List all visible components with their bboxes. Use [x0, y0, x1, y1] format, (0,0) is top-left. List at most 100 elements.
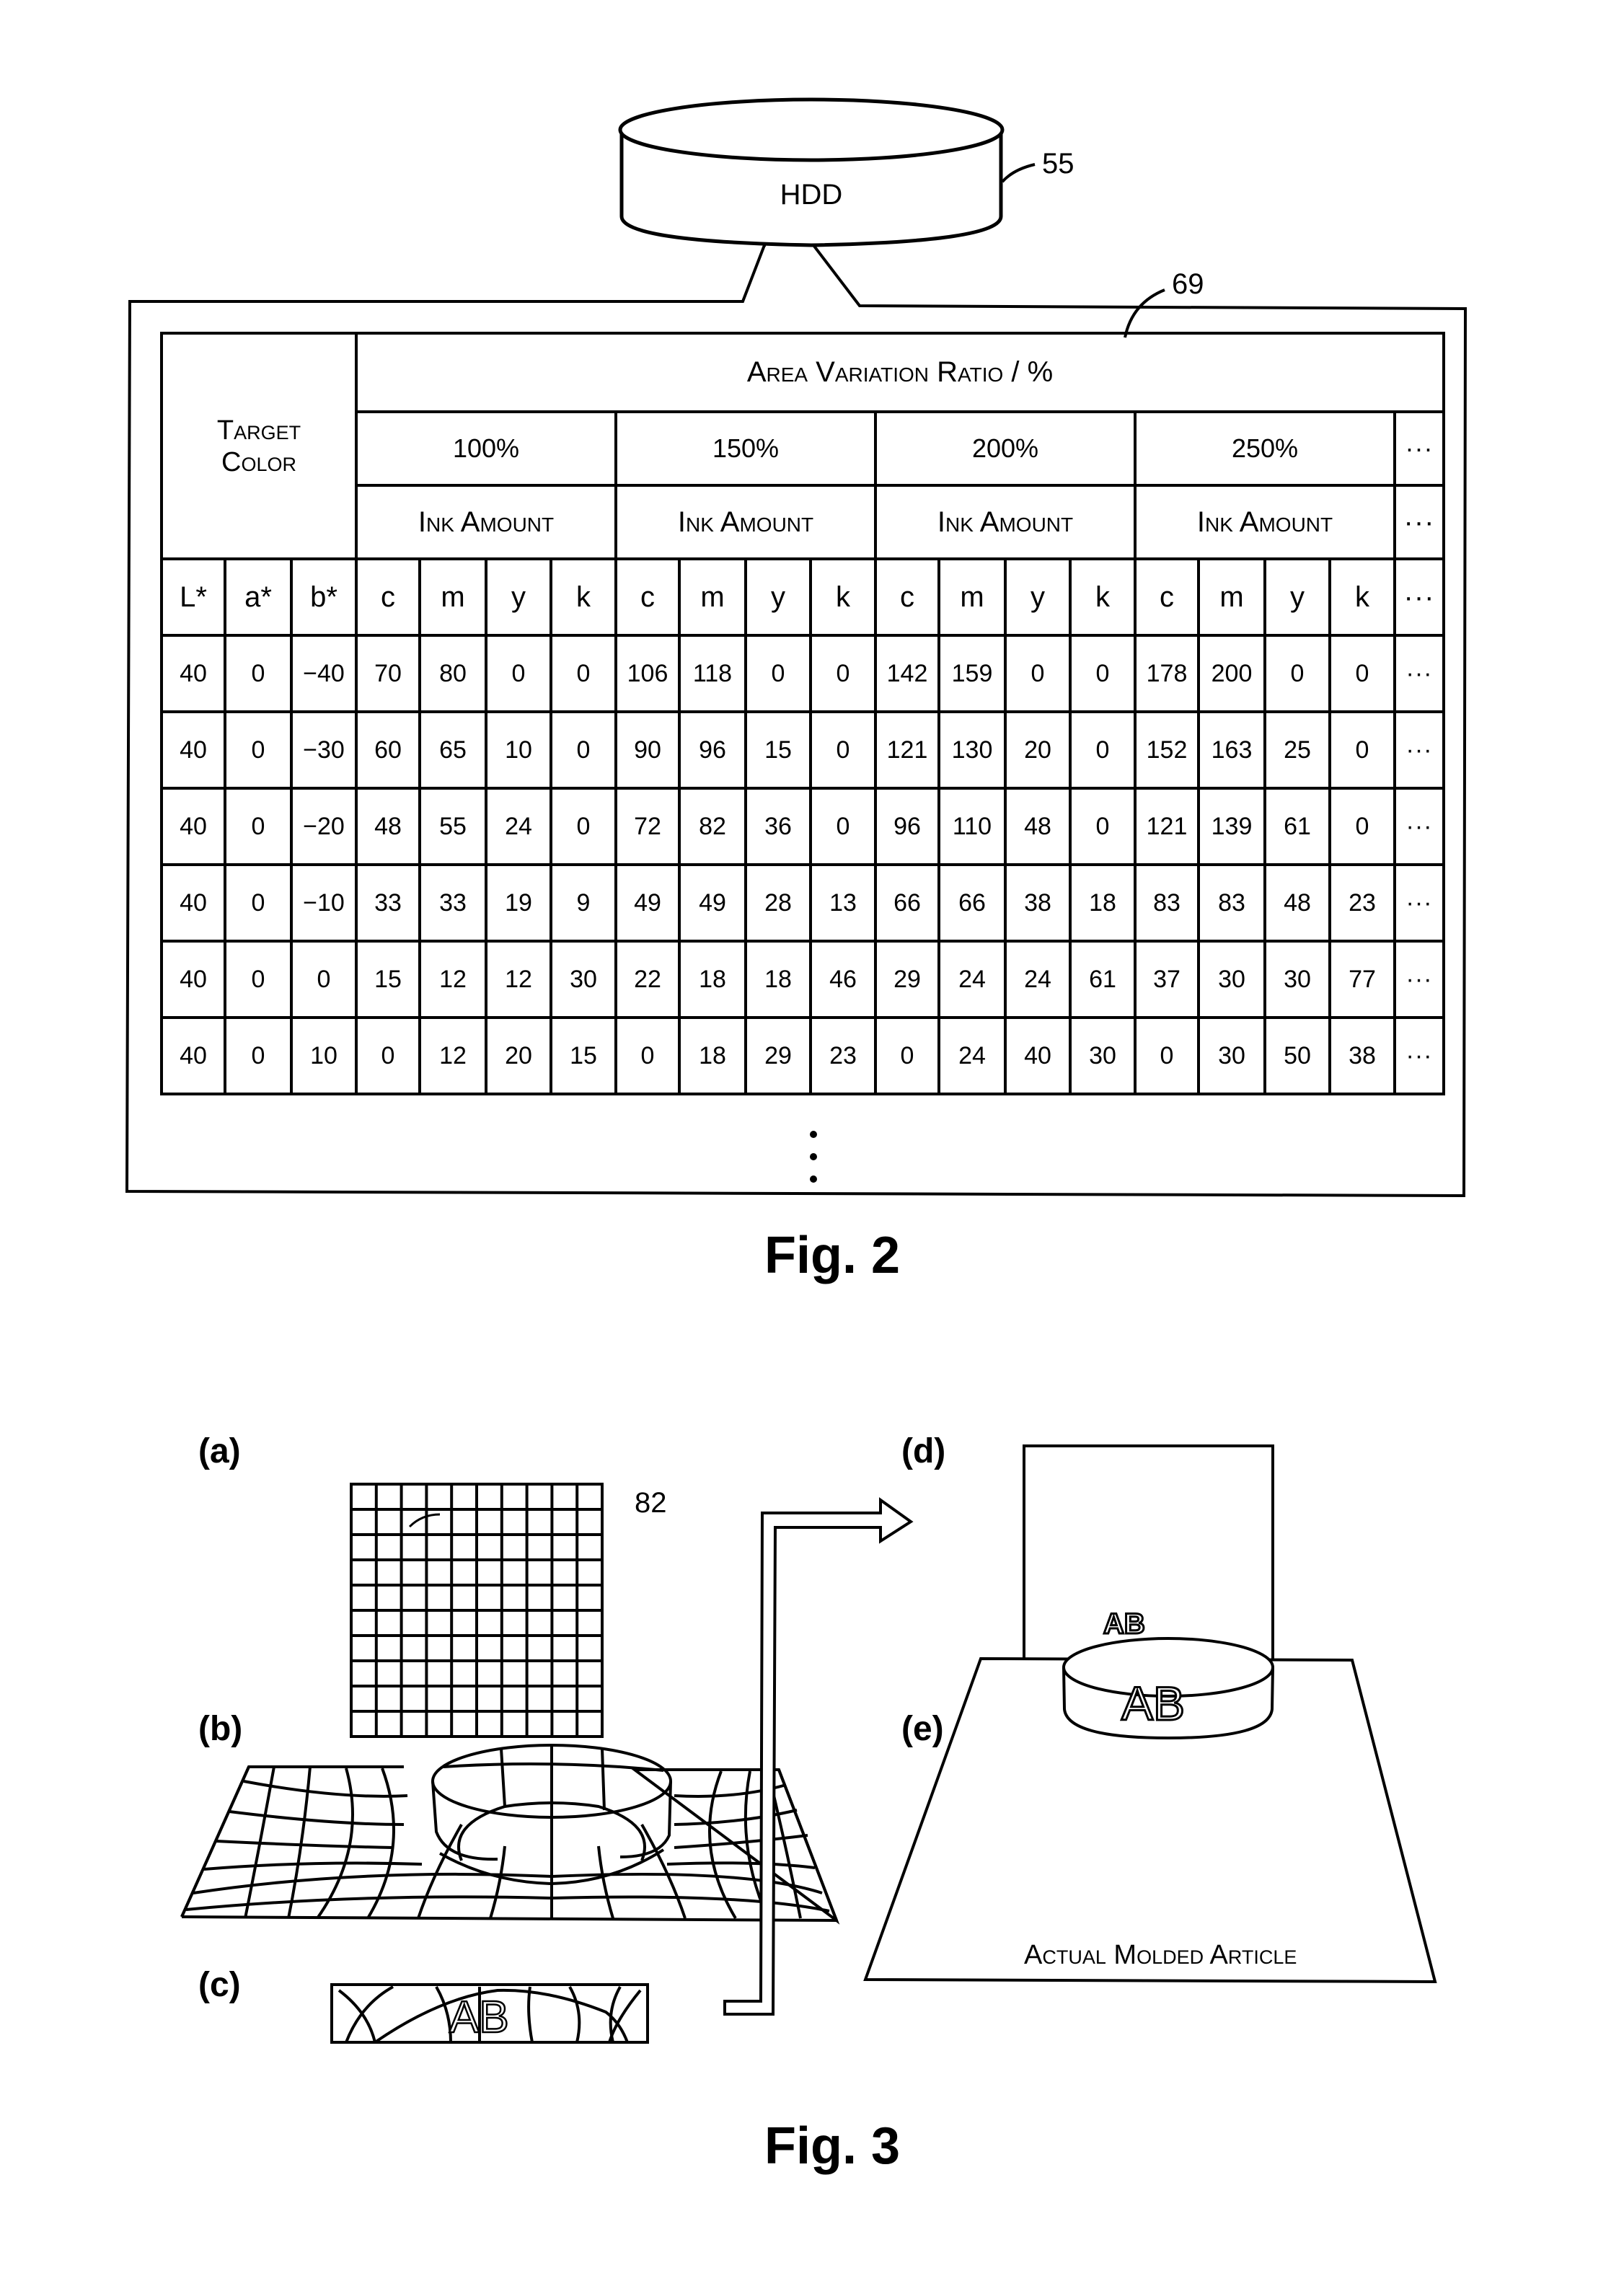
target-color-cell: 0 — [224, 634, 293, 713]
table-row: 40 0 10 0 12 20 15 0 18 29 23 0 24 40 30 0 30 50 38 ··· — [160, 1016, 1445, 1095]
ink-column-header: c — [614, 557, 681, 637]
ink-amount-cell: 29 — [744, 1016, 812, 1095]
ink-amount-cell: 83 — [1197, 863, 1266, 943]
more-ratios-ellipsis: ··· — [1393, 410, 1445, 487]
target-color-cell: −30 — [290, 710, 358, 790]
ink-amount-cell: 0 — [1134, 1016, 1200, 1095]
ink-amount-cell: 0 — [874, 1016, 940, 1095]
hdd-label: HDD — [780, 179, 843, 211]
ink-amount-cell: 200 — [1197, 634, 1266, 713]
ink-column-header: c — [874, 557, 940, 637]
ink-amount-header: Ink Amount — [1134, 484, 1396, 560]
ink-amount-cell: 96 — [874, 787, 940, 866]
print-image-strip — [330, 1983, 649, 2044]
ink-column-header: c — [355, 557, 421, 637]
ink-amount-cell: 48 — [1263, 863, 1331, 943]
target-color-cell: 0 — [224, 863, 293, 943]
ink-amount-cell: 36 — [744, 787, 812, 866]
panel-label-a: (a) — [198, 1432, 241, 1470]
ink-column-header: y — [1263, 557, 1331, 637]
ink-amount-cell: 121 — [1134, 787, 1200, 866]
ink-amount-cell: 15 — [355, 940, 421, 1019]
color-column-header: a* — [224, 557, 293, 637]
target-color-cell: −40 — [290, 634, 358, 713]
ink-amount-cell: 24 — [485, 787, 552, 866]
ink-amount-cell: 48 — [1004, 787, 1072, 866]
ink-column-header: c — [1134, 557, 1200, 637]
ink-amount-header: Ink Amount — [874, 484, 1137, 560]
ink-amount-cell: 38 — [1328, 1016, 1396, 1095]
ink-amount-cell: 130 — [937, 710, 1007, 790]
ink-amount-cell: 65 — [418, 710, 487, 790]
target-color-cell: 40 — [160, 940, 226, 1019]
ink-amount-cell: 29 — [874, 940, 940, 1019]
ink-amount-cell: 66 — [874, 863, 940, 943]
table-row: 40 0 −10 33 33 19 9 49 49 28 13 66 66 38 18 83 83 48 23 ··· — [160, 863, 1445, 943]
ink-amount-cell: 30 — [1263, 940, 1331, 1019]
ink-amount-cell: 0 — [1328, 634, 1396, 713]
fig2-caption: Fig. 2 — [764, 1227, 901, 1284]
panel-label-d: (d) — [901, 1432, 946, 1470]
ink-column-header: k — [1328, 557, 1396, 637]
ink-amount-cell: 48 — [355, 787, 421, 866]
hdd-cylinder-icon — [618, 97, 1005, 247]
ink-amount-cell: 96 — [678, 710, 747, 790]
ink-amount-cell: 77 — [1328, 940, 1396, 1019]
ink-amount-cell: 0 — [485, 634, 552, 713]
ink-amount-cell: 12 — [485, 940, 552, 1019]
ratio-header-250: 250% — [1134, 410, 1396, 487]
table-reference-number: 69 — [1172, 268, 1204, 300]
ink-amount-cell: 0 — [809, 787, 877, 866]
target-color-cell: −20 — [290, 787, 358, 866]
ink-amount-cell: 20 — [485, 1016, 552, 1095]
more-columns-ellipsis: ··· — [1393, 863, 1445, 943]
ink-amount-cell: 70 — [355, 634, 421, 713]
ink-amount-cell: 159 — [937, 634, 1007, 713]
ink-amount-cell: 18 — [744, 940, 812, 1019]
target-color-cell: 0 — [224, 710, 293, 790]
ink-amount-cell: 30 — [550, 940, 617, 1019]
panel-label-c: (c) — [198, 1966, 241, 2004]
print-grid-pattern — [350, 1483, 604, 1738]
ink-amount-cell: 61 — [1069, 940, 1137, 1019]
table-row: 40 0 −30 60 65 10 0 90 96 15 0 121 130 20 0 152 163 25 0 ··… — [160, 710, 1445, 790]
ink-amount-cell: 178 — [1134, 634, 1200, 713]
grid-reference-number: 82 — [635, 1487, 667, 1519]
molded-article-shape — [863, 1637, 1437, 1984]
ink-column-header: y — [1004, 557, 1072, 637]
more-columns-ellipsis: ··· — [1393, 557, 1445, 637]
ink-amount-cell: 37 — [1134, 940, 1200, 1019]
ink-amount-cell: 142 — [874, 634, 940, 713]
more-columns-ellipsis: ··· — [1393, 940, 1445, 1019]
ink-amount-cell: 30 — [1069, 1016, 1137, 1095]
ink-amount-cell: 40 — [1004, 1016, 1072, 1095]
ink-amount-cell: 106 — [614, 634, 681, 713]
ink-amount-cell: 25 — [1263, 710, 1331, 790]
target-color-cell: 40 — [160, 1016, 226, 1095]
fig3-caption: Fig. 3 — [764, 2117, 901, 2175]
ink-amount-cell: 163 — [1197, 710, 1266, 790]
more-columns-ellipsis: ··· — [1393, 710, 1445, 790]
target-color-cell: 40 — [160, 710, 226, 790]
target-color-cell: 40 — [160, 863, 226, 943]
ink-amount-cell: 24 — [937, 940, 1007, 1019]
area-variation-ratio-header: Area Variation Ratio / % — [355, 332, 1445, 413]
ink-amount-cell: 24 — [1004, 940, 1072, 1019]
ink-column-header: m — [678, 557, 747, 637]
ink-amount-cell: 49 — [614, 863, 681, 943]
ink-amount-cell: 80 — [418, 634, 487, 713]
ink-amount-cell: 0 — [1069, 634, 1137, 713]
ink-amount-cell: 50 — [1263, 1016, 1331, 1095]
ink-amount-cell: 0 — [355, 1016, 421, 1095]
ink-amount-cell: 23 — [809, 1016, 877, 1095]
ink-amount-cell: 24 — [937, 1016, 1007, 1095]
ink-amount-cell: 33 — [418, 863, 487, 943]
table-row: 40 0 0 15 12 12 30 22 18 18 46 29 24 24 61 37 30 30 77 ··· — [160, 940, 1445, 1019]
ink-amount-cell: 0 — [1069, 710, 1137, 790]
panel-label-e: (e) — [901, 1710, 944, 1748]
ink-amount-cell: 12 — [418, 940, 487, 1019]
ink-amount-cell: 30 — [1197, 940, 1266, 1019]
ink-amount-cell: 121 — [874, 710, 940, 790]
target-color-cell: 0 — [224, 1016, 293, 1095]
ink-amount-cell: 72 — [614, 787, 681, 866]
